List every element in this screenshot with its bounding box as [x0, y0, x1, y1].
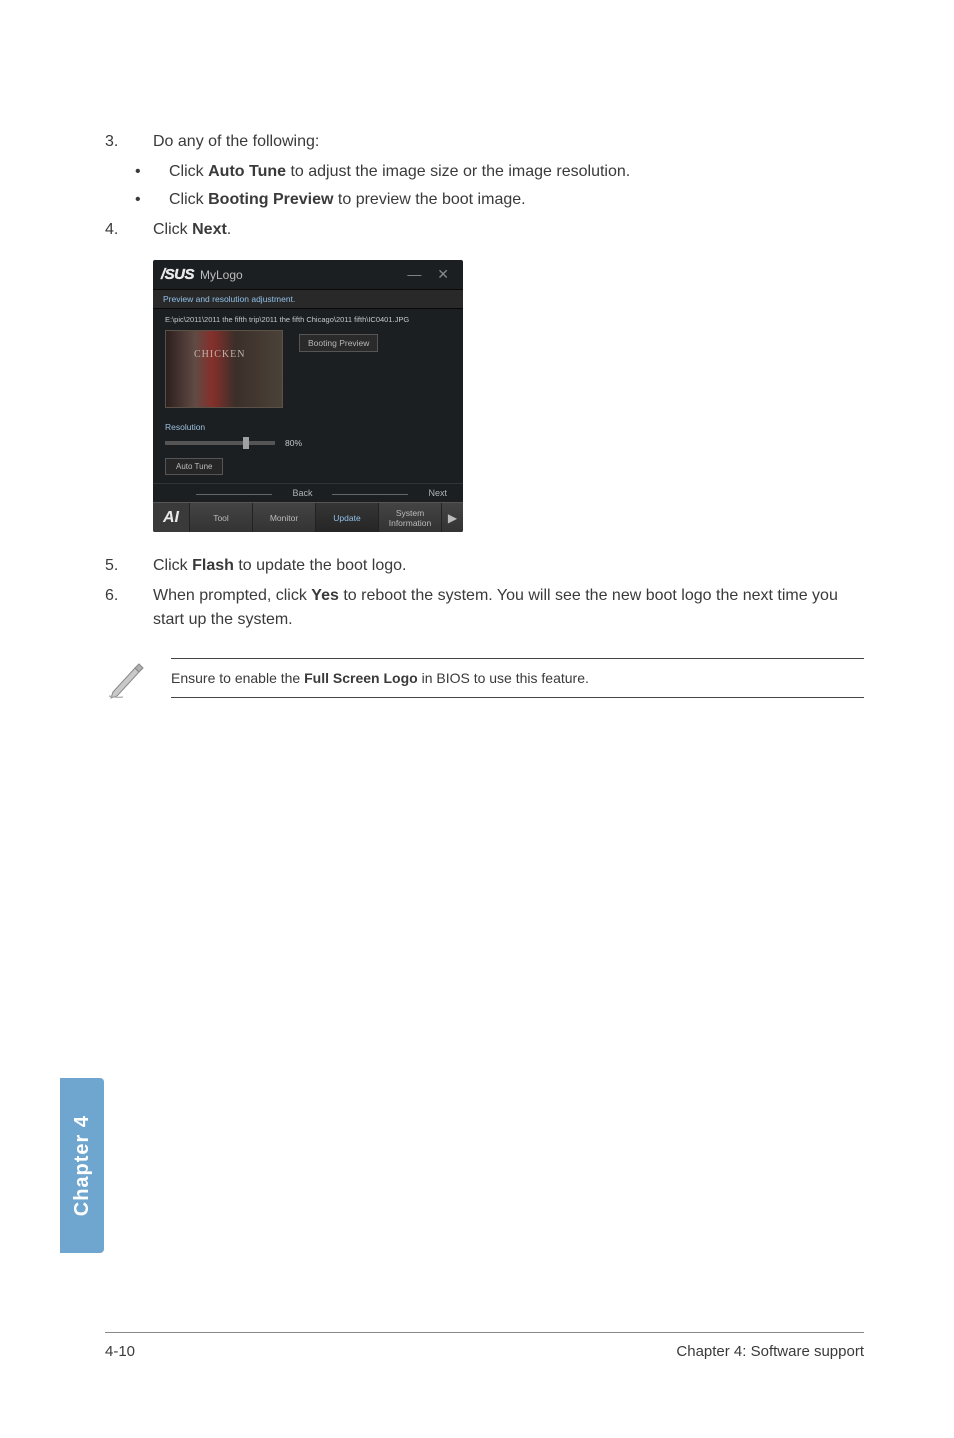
tab-system-information[interactable]: System Information	[378, 503, 441, 532]
bold: Flash	[192, 557, 234, 574]
note-text: Ensure to enable the Full Screen Logo in…	[171, 658, 864, 698]
tab-update[interactable]: Update	[315, 503, 378, 532]
text: to update the boot logo.	[234, 557, 407, 574]
image-row: Booting Preview	[165, 330, 451, 408]
tab-tool[interactable]: Tool	[189, 503, 252, 532]
chapter-side-tab: Chapter 4	[60, 1078, 104, 1253]
text: Ensure to enable the	[171, 670, 304, 686]
step-number: 5.	[105, 554, 153, 578]
tab-arrow-right[interactable]: ▶	[441, 503, 463, 532]
bullet-text: Click Booting Preview to preview the boo…	[169, 188, 526, 212]
sub-bullets: • Click Auto Tune to adjust the image si…	[135, 160, 864, 212]
bold: Yes	[311, 587, 339, 604]
step-4: 4. Click Next.	[105, 218, 864, 242]
text: to adjust the image size or the image re…	[286, 163, 630, 180]
mylogo-window: /SUS MyLogo — ✕ Preview and resolution a…	[153, 260, 463, 532]
step-text: When prompted, click Yes to reboot the s…	[153, 584, 864, 632]
step-text: Do any of the following:	[153, 130, 864, 154]
step-text: Click Next.	[153, 218, 864, 242]
slider-thumb[interactable]	[243, 437, 249, 449]
text: to preview the boot image.	[333, 191, 525, 208]
page-footer: 4-10 Chapter 4: Software support	[105, 1332, 864, 1360]
bold: Full Screen Logo	[304, 670, 418, 686]
bullet-dot: •	[135, 188, 169, 212]
nav-row: Back Next	[153, 483, 463, 502]
text: Click	[169, 191, 208, 208]
page-number: 4-10	[105, 1343, 135, 1360]
resolution-block: Resolution 80% Auto Tune	[165, 422, 451, 475]
divider	[196, 494, 272, 495]
text: in BIOS to use this feature.	[418, 670, 589, 686]
step-number: 6.	[105, 584, 153, 608]
step-text: Click Flash to update the boot logo.	[153, 554, 864, 578]
chapter-label: Chapter 4	[71, 1115, 94, 1216]
text: Click	[169, 163, 208, 180]
step-row: 3. Do any of the following:	[105, 130, 864, 154]
step-5: 5. Click Flash to update the boot logo.	[105, 554, 864, 578]
text: Click	[153, 557, 192, 574]
chapter-title: Chapter 4: Software support	[676, 1343, 864, 1360]
text: When prompted, click	[153, 587, 311, 604]
step-3: 3. Do any of the following: • Click Auto…	[105, 130, 864, 212]
page-content: 3. Do any of the following: • Click Auto…	[0, 0, 954, 700]
bottom-tabs: AI Tool Monitor Update System Informatio…	[153, 502, 463, 532]
note-block: Ensure to enable the Full Screen Logo in…	[105, 656, 864, 700]
resolution-label: Resolution	[165, 422, 451, 432]
app-name: MyLogo	[200, 268, 243, 282]
preview-col: Booting Preview	[299, 330, 378, 352]
bullet-booting-preview: • Click Booting Preview to preview the b…	[135, 188, 864, 212]
titlebar: /SUS MyLogo — ✕	[153, 260, 463, 289]
text: Click	[153, 221, 192, 238]
window-body: E:\pic\2011\2011 the fifth trip\2011 the…	[153, 309, 463, 483]
brand-logo: /SUS	[161, 266, 194, 283]
next-button[interactable]: Next	[428, 488, 447, 498]
text: .	[227, 221, 231, 238]
step-6: 6. When prompted, click Yes to reboot th…	[105, 584, 864, 632]
bullet-dot: •	[135, 160, 169, 184]
image-thumbnail	[165, 330, 283, 408]
bold: Next	[192, 221, 227, 238]
resolution-slider[interactable]	[165, 441, 275, 445]
bullet-auto-tune: • Click Auto Tune to adjust the image si…	[135, 160, 864, 184]
pencil-icon	[105, 656, 149, 700]
resolution-slider-row: 80%	[165, 438, 451, 448]
bullet-text: Click Auto Tune to adjust the image size…	[169, 160, 630, 184]
auto-tune-button[interactable]: Auto Tune	[165, 458, 223, 475]
booting-preview-button[interactable]: Booting Preview	[299, 334, 378, 352]
file-path: E:\pic\2011\2011 the fifth trip\2011 the…	[165, 315, 451, 324]
back-button[interactable]: Back	[292, 488, 312, 498]
bold: Booting Preview	[208, 191, 333, 208]
step-number: 4.	[105, 218, 153, 242]
slider-value: 80%	[285, 438, 302, 448]
mylogo-screenshot: /SUS MyLogo — ✕ Preview and resolution a…	[153, 260, 864, 532]
window-controls[interactable]: — ✕	[407, 266, 455, 283]
tab-monitor[interactable]: Monitor	[252, 503, 315, 532]
step-number: 3.	[105, 130, 153, 154]
bold: Auto Tune	[208, 163, 286, 180]
divider	[332, 494, 408, 495]
header-subtitle: Preview and resolution adjustment.	[153, 289, 463, 309]
ai-logo: AI	[153, 509, 189, 527]
